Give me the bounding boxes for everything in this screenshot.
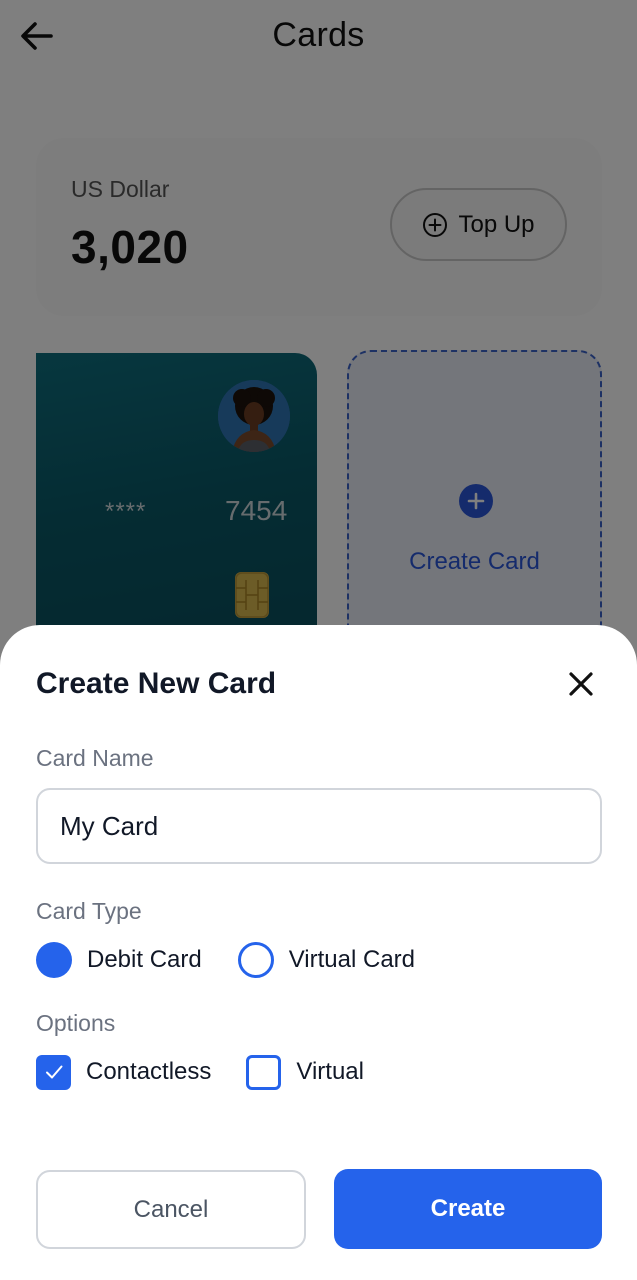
cancel-button[interactable]: Cancel (36, 1170, 306, 1249)
check-icon (45, 1065, 62, 1079)
checkbox-checked-icon[interactable] (36, 1054, 71, 1090)
options-checkbox-group: Contactless Virtual (36, 1052, 364, 1092)
checkbox-label: Contactless (86, 1058, 212, 1085)
radio-selected-icon[interactable] (36, 942, 72, 978)
sheet-title: Create New Card (36, 667, 277, 700)
options-label: Options (36, 1010, 116, 1036)
create-card-sheet: Create New Card Card Name Card Type Debi… (0, 625, 637, 1280)
card-name-label: Card Name (36, 745, 154, 771)
close-icon (569, 672, 593, 696)
radio-label: Virtual Card (288, 946, 415, 973)
radio-unselected-icon[interactable] (237, 942, 274, 978)
checkbox-unchecked-icon[interactable] (246, 1054, 282, 1090)
checkbox-virtual[interactable]: Virtual (246, 1052, 364, 1092)
checkbox-contactless[interactable]: Contactless (36, 1052, 211, 1092)
create-button[interactable]: Create (334, 1169, 602, 1249)
radio-label: Debit Card (87, 946, 202, 973)
card-name-input[interactable] (36, 788, 602, 864)
checkbox-label: Virtual (296, 1058, 364, 1085)
close-button[interactable] (562, 665, 600, 703)
radio-debit-card[interactable]: Debit Card (36, 940, 202, 980)
card-type-label: Card Type (36, 898, 142, 924)
radio-virtual-card[interactable]: Virtual Card (237, 940, 415, 980)
card-type-radio-group: Debit Card Virtual Card (36, 940, 415, 980)
